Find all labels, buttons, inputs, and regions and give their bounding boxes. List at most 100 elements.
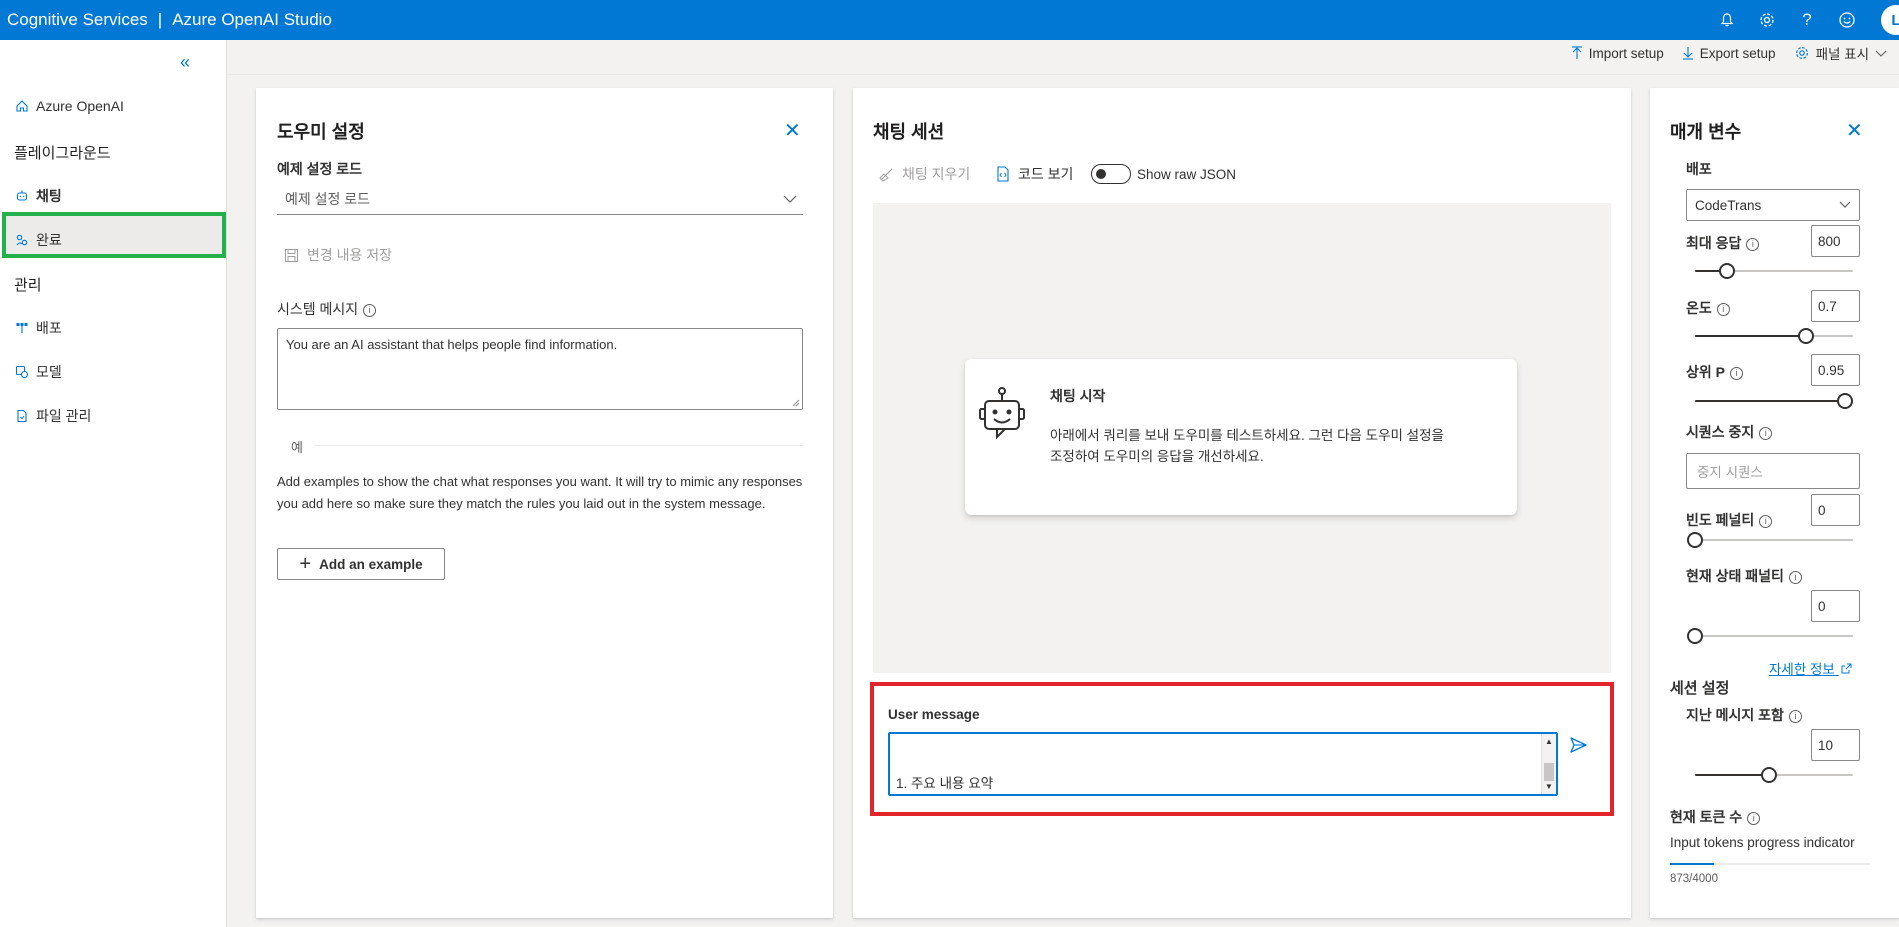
top-p-input[interactable]: 0.95 bbox=[1811, 354, 1860, 386]
info-icon[interactable]: i bbox=[363, 303, 377, 317]
slider-thumb[interactable] bbox=[1687, 532, 1703, 548]
clear-chat-label: 채팅 지우기 bbox=[902, 166, 971, 182]
learn-more-link[interactable]: 자세한 정보 bbox=[1769, 658, 1852, 678]
temperature-label: 온도 i bbox=[1686, 298, 1730, 318]
view-code-button[interactable]: 코드 보기 bbox=[996, 164, 1073, 184]
info-icon[interactable]: i bbox=[1759, 426, 1773, 440]
bell-icon[interactable] bbox=[1717, 10, 1737, 30]
chevron-down-icon bbox=[1875, 50, 1887, 57]
slider-thumb[interactable] bbox=[1797, 328, 1814, 344]
close-icon[interactable]: ✕ bbox=[1846, 118, 1863, 143]
frequency-penalty-label-text: 빈도 페널티 bbox=[1686, 512, 1755, 528]
service-name: Cognitive Services bbox=[7, 10, 148, 29]
chat-messages-area: 채팅 시작 아래에서 쿼리를 보내 도우미를 테스트하세요. 그런 다음 도우미… bbox=[873, 203, 1611, 673]
parameters-title: 매개 변수 bbox=[1670, 122, 1742, 142]
top-p-label: 상위 P i bbox=[1686, 362, 1743, 382]
slider-thumb[interactable] bbox=[1687, 628, 1703, 644]
feedback-smiley-icon[interactable] bbox=[1837, 10, 1857, 30]
resize-handle-icon[interactable] bbox=[792, 399, 800, 407]
slider-thumb[interactable] bbox=[1718, 263, 1735, 279]
examples-heading: 예 bbox=[291, 440, 303, 455]
slider-thumb[interactable] bbox=[1837, 393, 1854, 409]
external-link-icon bbox=[1841, 663, 1852, 674]
temperature-input[interactable]: 0.7 bbox=[1811, 290, 1860, 322]
past-messages-label-text: 지난 메시지 포함 bbox=[1686, 707, 1784, 723]
product-name: Azure OpenAI Studio bbox=[172, 10, 332, 29]
nav-label: 완료 bbox=[36, 232, 62, 248]
add-example-button[interactable]: + Add an example bbox=[277, 548, 445, 580]
info-icon[interactable]: i bbox=[1747, 811, 1761, 825]
chat-start-line-1: 아래에서 쿼리를 보내 도우미를 테스트하세요. 그런 다음 도우미 설정을 bbox=[1050, 428, 1444, 443]
plus-icon: + bbox=[299, 553, 312, 575]
chat-session-title: 채팅 세션 bbox=[873, 122, 945, 142]
gear-icon[interactable] bbox=[1757, 10, 1777, 30]
show-raw-json-toggle[interactable]: Show raw JSON bbox=[1091, 164, 1236, 184]
close-icon[interactable]: ✕ bbox=[784, 118, 801, 143]
temperature-slider[interactable] bbox=[1695, 328, 1853, 344]
stop-sequence-input[interactable]: 중지 시퀀스 bbox=[1686, 453, 1860, 489]
clear-chat-button[interactable]: 채팅 지우기 bbox=[879, 164, 970, 184]
learn-more-label: 자세한 정보 bbox=[1769, 662, 1835, 677]
scroll-thumb[interactable] bbox=[1544, 763, 1554, 781]
help-icon[interactable]: ? bbox=[1797, 10, 1817, 30]
user-avatar[interactable]: L bbox=[1881, 5, 1899, 35]
scroll-up-icon[interactable]: ▲ bbox=[1545, 737, 1553, 746]
max-response-label-text: 최대 응답 bbox=[1686, 235, 1742, 251]
chat-bot-icon bbox=[14, 188, 30, 204]
save-changes-label: 변경 내용 저장 bbox=[307, 247, 393, 263]
nav-label: 채팅 bbox=[36, 188, 62, 204]
system-message-label-text: 시스템 메시지 bbox=[277, 301, 359, 317]
load-example-placeholder: 예제 설정 로드 bbox=[285, 190, 371, 207]
import-setup-button[interactable]: Import setup bbox=[1571, 46, 1664, 61]
token-progress-label: Input tokens progress indicator bbox=[1670, 835, 1855, 850]
past-messages-slider[interactable] bbox=[1695, 767, 1853, 783]
user-message-scrollbar[interactable]: ▲ ▼ bbox=[1541, 734, 1556, 794]
robot-icon bbox=[979, 387, 1025, 439]
nav-item-deployments[interactable]: 배포 bbox=[14, 318, 62, 338]
save-changes-button[interactable]: 변경 내용 저장 bbox=[284, 245, 392, 265]
load-example-dropdown[interactable]: 예제 설정 로드 bbox=[277, 183, 803, 215]
session-settings-heading: 세션 설정 bbox=[1670, 680, 1730, 697]
past-messages-input[interactable]: 10 bbox=[1811, 729, 1860, 761]
max-response-input[interactable]: 800 bbox=[1811, 225, 1860, 257]
info-icon[interactable]: i bbox=[1746, 237, 1760, 251]
examples-description: Add examples to show the chat what respo… bbox=[277, 474, 803, 511]
nav-item-azure-openai[interactable]: Azure OpenAI bbox=[14, 98, 124, 114]
nav-item-chat[interactable]: 채팅 bbox=[14, 186, 62, 206]
info-icon[interactable]: i bbox=[1716, 302, 1730, 316]
top-p-slider[interactable] bbox=[1695, 393, 1854, 409]
export-setup-button[interactable]: Export setup bbox=[1682, 46, 1776, 61]
scroll-down-icon[interactable]: ▼ bbox=[1545, 782, 1553, 791]
slider-fill bbox=[1695, 400, 1846, 402]
user-message-input[interactable]: 1. 주요 내용 요약 ▲ ▼ bbox=[888, 732, 1558, 796]
assistant-setup-panel: 도우미 설정 ✕ 예제 설정 로드 예제 설정 로드 변경 내용 저장 시스템 … bbox=[256, 88, 833, 918]
frequency-penalty-input[interactable]: 0 bbox=[1811, 494, 1860, 526]
nav-item-models[interactable]: 모델 bbox=[14, 362, 62, 382]
past-messages-label: 지난 메시지 포함 i bbox=[1686, 705, 1802, 725]
info-icon[interactable]: i bbox=[1788, 709, 1802, 723]
nav-item-completions[interactable]: 완료 bbox=[14, 230, 62, 250]
toolbar-divider bbox=[227, 74, 1899, 75]
toggle-switch[interactable] bbox=[1091, 164, 1131, 184]
system-message-textarea[interactable]: You are an AI assistant that helps peopl… bbox=[277, 328, 803, 410]
nav-item-file-management[interactable]: 파일 관리 bbox=[14, 406, 91, 426]
app-title[interactable]: Cognitive Services | Azure OpenAI Studio bbox=[0, 10, 332, 30]
max-response-slider[interactable] bbox=[1695, 263, 1853, 279]
deployment-select[interactable]: CodeTrans bbox=[1686, 189, 1860, 221]
completions-icon bbox=[14, 232, 30, 248]
frequency-penalty-slider[interactable] bbox=[1687, 532, 1853, 548]
info-icon[interactable]: i bbox=[1730, 366, 1743, 380]
presence-penalty-input[interactable]: 0 bbox=[1811, 590, 1860, 622]
show-panels-button[interactable]: 패널 표시 bbox=[1794, 43, 1893, 63]
file-icon bbox=[14, 408, 30, 424]
send-button[interactable] bbox=[1570, 737, 1587, 756]
slider-thumb[interactable] bbox=[1761, 767, 1778, 783]
code-file-icon bbox=[997, 166, 1009, 182]
presence-penalty-slider[interactable] bbox=[1687, 628, 1853, 644]
info-icon[interactable]: i bbox=[1788, 570, 1802, 584]
presence-penalty-label-text: 현재 상태 패널티 bbox=[1686, 568, 1784, 584]
nav-heading-playground: 플레이그라운드 bbox=[14, 145, 111, 162]
info-icon[interactable]: i bbox=[1759, 514, 1773, 528]
assistant-setup-title: 도우미 설정 bbox=[277, 122, 365, 142]
collapse-nav-icon[interactable]: « bbox=[180, 52, 190, 73]
